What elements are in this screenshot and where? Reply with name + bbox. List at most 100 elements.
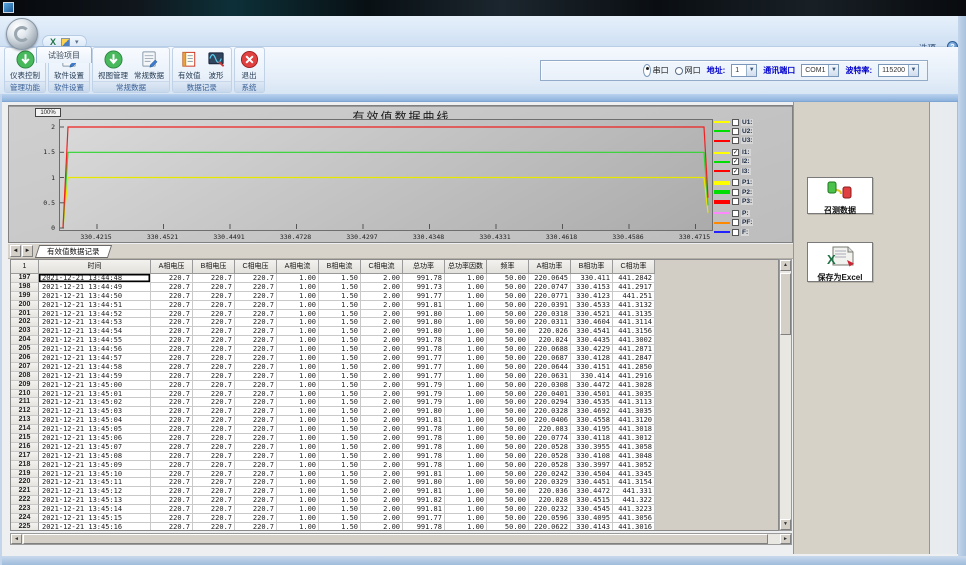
cell[interactable]: 441.2850 [613, 363, 655, 372]
cell[interactable]: 220.7 [193, 452, 235, 461]
cell[interactable]: 220.7 [193, 487, 235, 496]
cell[interactable]: 330.4521 [571, 310, 613, 319]
cell[interactable]: 220.024 [529, 336, 571, 345]
row-number-cell[interactable]: 207 [11, 363, 39, 372]
cell[interactable]: 991.80 [403, 310, 445, 319]
cell[interactable]: 220.7 [235, 372, 277, 381]
cell[interactable]: 1.50 [319, 470, 361, 479]
cell[interactable]: 330.4128 [571, 354, 613, 363]
cell[interactable]: 2.00 [361, 514, 403, 523]
row-number-cell[interactable]: 223 [11, 505, 39, 514]
cell[interactable]: 50.00 [487, 505, 529, 514]
row-number-cell[interactable]: 211 [11, 398, 39, 407]
cell[interactable]: 220.7 [151, 452, 193, 461]
legend-checkbox[interactable] [732, 128, 739, 135]
cell[interactable]: 330.4151 [571, 363, 613, 372]
cell[interactable]: 441.3345 [613, 470, 655, 479]
cell[interactable]: 220.0688 [529, 345, 571, 354]
cell[interactable]: 1.00 [445, 452, 487, 461]
cell[interactable]: 50.00 [487, 416, 529, 425]
scroll-down-icon[interactable]: ▼ [780, 519, 791, 530]
cell[interactable]: 1.50 [319, 514, 361, 523]
cell[interactable]: 991.80 [403, 318, 445, 327]
sheet-next-button[interactable]: ► [22, 245, 33, 257]
cell[interactable]: 1.50 [319, 327, 361, 336]
cell[interactable]: 441.3048 [613, 452, 655, 461]
cell[interactable]: 220.7 [151, 310, 193, 319]
cell[interactable]: 441.3154 [613, 478, 655, 487]
cell[interactable]: 220.7 [151, 398, 193, 407]
cell[interactable]: 220.7 [235, 434, 277, 443]
cell[interactable]: 330.4515 [571, 496, 613, 505]
cell[interactable]: 1.00 [277, 478, 319, 487]
legend-checkbox[interactable] [732, 210, 739, 217]
cell[interactable]: 1.00 [277, 310, 319, 319]
cell[interactable]: 220.7 [193, 381, 235, 390]
cell[interactable]: 330.4143 [571, 523, 613, 531]
cell[interactable]: 220.7 [193, 372, 235, 381]
cell[interactable]: 220.0645 [529, 274, 571, 283]
row-number-cell[interactable]: 205 [11, 345, 39, 354]
cell[interactable]: 1.50 [319, 345, 361, 354]
column-header[interactable]: A相电压 [151, 260, 193, 274]
row-number-cell[interactable]: 202 [11, 318, 39, 327]
cell[interactable]: 2.00 [361, 398, 403, 407]
cell[interactable]: 220.7 [193, 354, 235, 363]
cell[interactable]: 2.00 [361, 345, 403, 354]
legend-checkbox[interactable] [732, 229, 739, 236]
column-header[interactable]: A相电流 [277, 260, 319, 274]
cell[interactable]: 220.7 [193, 514, 235, 523]
cell[interactable]: 220.7 [235, 407, 277, 416]
cell[interactable]: 991.79 [403, 398, 445, 407]
cell[interactable]: 50.00 [487, 478, 529, 487]
app-menu-orb[interactable] [6, 18, 38, 50]
cell[interactable]: 2021-12-21 13:45:09 [39, 461, 151, 470]
cell[interactable]: 220.7 [235, 274, 277, 283]
cell[interactable]: 1.00 [277, 345, 319, 354]
column-header[interactable]: 频率 [487, 260, 529, 274]
cell[interactable]: 330.4541 [571, 327, 613, 336]
row-number-cell[interactable]: 214 [11, 425, 39, 434]
cell[interactable]: 1.00 [277, 390, 319, 399]
cell[interactable]: 991.73 [403, 283, 445, 292]
cell[interactable]: 2021-12-21 13:44:55 [39, 336, 151, 345]
cell[interactable]: 2.00 [361, 470, 403, 479]
cell[interactable]: 1.50 [319, 416, 361, 425]
row-number-cell[interactable]: 209 [11, 381, 39, 390]
cell[interactable]: 1.50 [319, 452, 361, 461]
cell[interactable]: 50.00 [487, 283, 529, 292]
cell[interactable]: 1.00 [445, 372, 487, 381]
cell[interactable]: 330.4229 [571, 345, 613, 354]
row-number-cell[interactable]: 203 [11, 327, 39, 336]
cell[interactable]: 991.78 [403, 336, 445, 345]
cell[interactable]: 441.3016 [613, 523, 655, 531]
cell[interactable]: 220.7 [235, 345, 277, 354]
table-horizontal-scrollbar[interactable]: ◄ ► [10, 533, 792, 545]
cell[interactable]: 1.00 [277, 505, 319, 514]
cell[interactable]: 2.00 [361, 301, 403, 310]
cell[interactable]: 1.00 [445, 363, 487, 372]
cell[interactable]: 220.7 [151, 283, 193, 292]
row-number-cell[interactable]: 217 [11, 452, 39, 461]
cell[interactable]: 50.00 [487, 301, 529, 310]
cell[interactable]: 2.00 [361, 390, 403, 399]
cell[interactable]: 220.7 [193, 425, 235, 434]
cell[interactable]: 220.0311 [529, 318, 571, 327]
cell[interactable]: 991.78 [403, 443, 445, 452]
cell[interactable]: 2021-12-21 13:45:08 [39, 452, 151, 461]
cell[interactable]: 220.7 [235, 505, 277, 514]
cell[interactable]: 330.4123 [571, 292, 613, 301]
cell[interactable]: 220.7 [151, 478, 193, 487]
cell[interactable]: 220.0401 [529, 390, 571, 399]
column-header[interactable]: B相电流 [319, 260, 361, 274]
cell[interactable]: 330.4195 [571, 425, 613, 434]
cell[interactable]: 1.00 [445, 470, 487, 479]
cell[interactable]: 220.7 [235, 381, 277, 390]
cell[interactable]: 330.4535 [571, 398, 613, 407]
cell[interactable]: 991.78 [403, 425, 445, 434]
cell[interactable]: 1.00 [277, 487, 319, 496]
sheet-tab-rms-record[interactable]: 有效值数据记录 [35, 245, 112, 258]
cell[interactable]: 50.00 [487, 381, 529, 390]
cell[interactable]: 2.00 [361, 407, 403, 416]
cell[interactable]: 50.00 [487, 292, 529, 301]
